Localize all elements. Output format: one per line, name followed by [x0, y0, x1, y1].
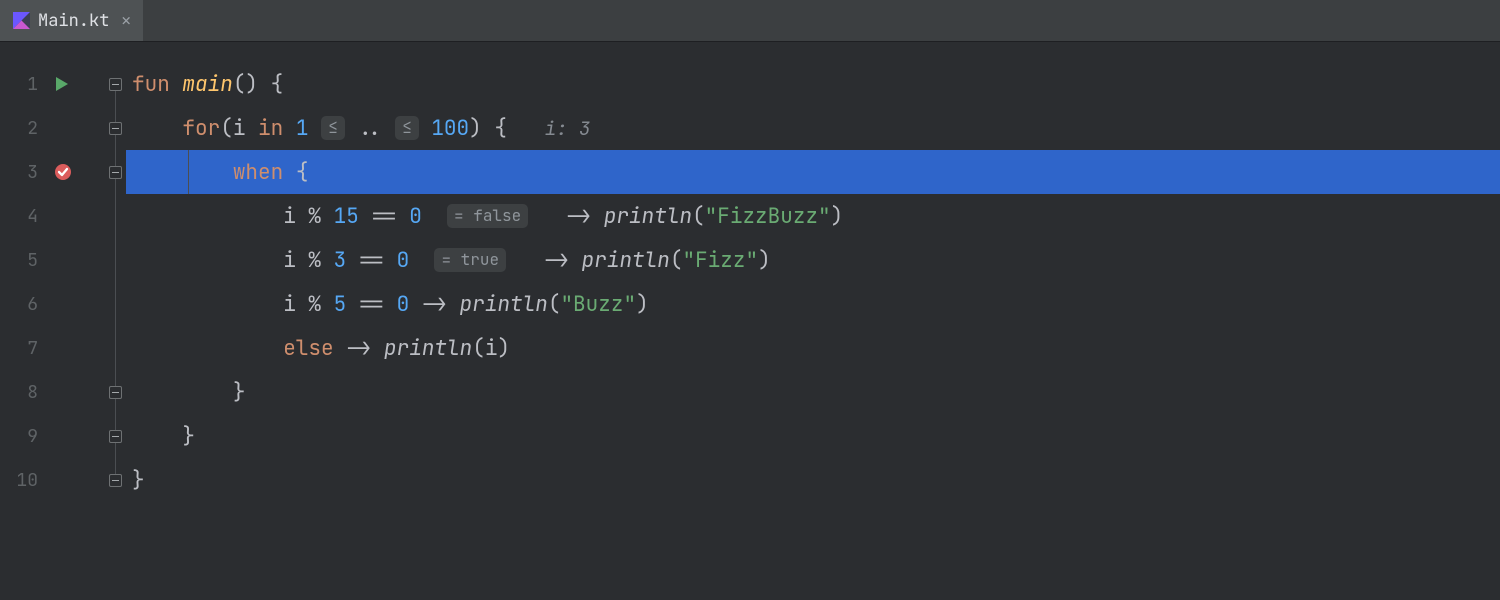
fold-toggle-icon[interactable] [109, 430, 122, 443]
close-tab-icon[interactable]: ✕ [121, 10, 131, 31]
fold-toggle-icon[interactable] [109, 122, 122, 135]
line-number[interactable]: 5 [0, 249, 42, 272]
line-number[interactable]: 10 [0, 469, 42, 492]
code-line: i % 3 == 0 = true -> println("Fizz") [126, 238, 1500, 282]
file-tab[interactable]: Main.kt ✕ [0, 0, 143, 41]
tab-filename: Main.kt [38, 10, 109, 32]
breakpoint-hit-icon[interactable] [54, 163, 72, 181]
tab-bar: Main.kt ✕ [0, 0, 1500, 42]
inlay-hint: ≤ [321, 116, 345, 140]
run-gutter-icon[interactable] [54, 76, 70, 92]
code-line: else -> println(i) [126, 326, 1500, 370]
fold-toggle-icon[interactable] [109, 474, 122, 487]
line-number[interactable]: 7 [0, 337, 42, 360]
code-line: } [126, 458, 1500, 502]
line-number[interactable]: 2 [0, 117, 42, 140]
line-number[interactable]: 6 [0, 293, 42, 316]
gutter: 1 2 3 4 5 6 7 [0, 42, 104, 600]
code-line: } [126, 414, 1500, 458]
code-line: i % 15 == 0 = false -> println("FizzBuzz… [126, 194, 1500, 238]
inline-evaluation: = false [447, 204, 528, 228]
fold-toggle-icon[interactable] [109, 166, 122, 179]
code-area[interactable]: fun main() { for(i in 1 ≤ .. ≤ 100) { i:… [126, 42, 1500, 600]
code-line: i % 5 == 0 -> println("Buzz") [126, 282, 1500, 326]
inlay-hint: ≤ [395, 116, 419, 140]
debug-inline-hint: i: 3 [545, 116, 591, 141]
fold-bar [104, 42, 126, 600]
kotlin-file-icon [12, 12, 30, 30]
fold-toggle-icon[interactable] [109, 386, 122, 399]
current-execution-line: when { [126, 150, 1500, 194]
code-line: } [126, 370, 1500, 414]
line-number[interactable]: 8 [0, 381, 42, 404]
line-number[interactable]: 4 [0, 205, 42, 228]
code-line: for(i in 1 ≤ .. ≤ 100) { i: 3 [126, 106, 1500, 150]
line-number[interactable]: 3 [0, 161, 42, 184]
inline-evaluation: = true [434, 248, 506, 272]
code-editor[interactable]: 1 2 3 4 5 6 7 [0, 42, 1500, 600]
code-line: fun main() { [126, 62, 1500, 106]
fold-toggle-icon[interactable] [109, 78, 122, 91]
line-number[interactable]: 1 [0, 73, 42, 96]
line-number[interactable]: 9 [0, 425, 42, 448]
